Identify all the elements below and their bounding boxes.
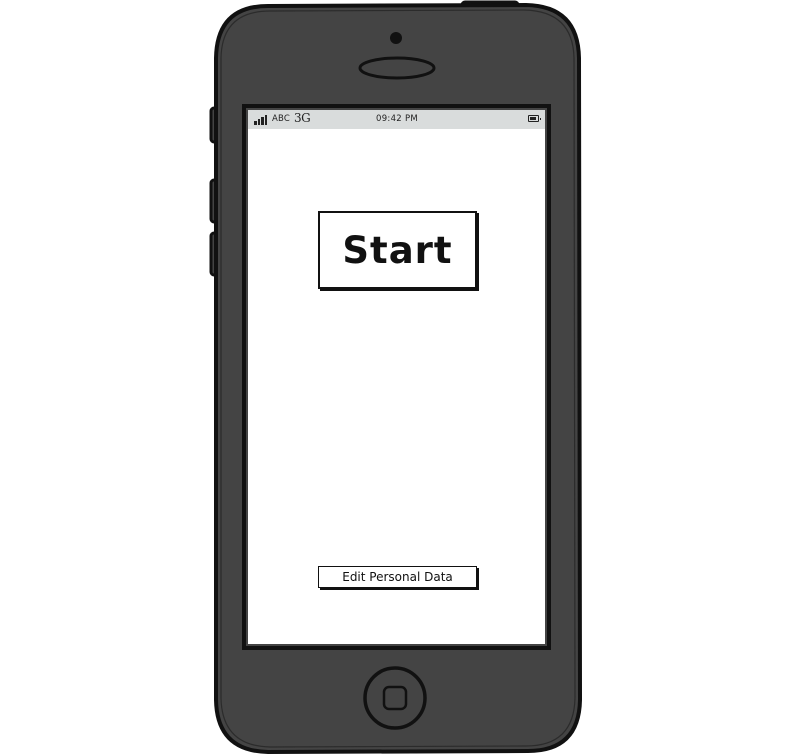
start-button[interactable]: Start bbox=[318, 211, 477, 289]
status-time: 09:42 PM bbox=[376, 114, 419, 124]
earpiece-speaker-icon bbox=[358, 56, 436, 80]
edit-personal-data-label: Edit Personal Data bbox=[342, 570, 453, 584]
phone-screen: ABC 3G 09:42 PM Start Edit Personal Data bbox=[248, 110, 545, 644]
start-button-label: Start bbox=[342, 228, 453, 272]
home-button[interactable] bbox=[363, 666, 427, 730]
edit-personal-data-button[interactable]: Edit Personal Data bbox=[318, 566, 477, 588]
status-bar: ABC 3G 09:42 PM bbox=[248, 110, 545, 129]
network-type-label: 3G bbox=[294, 111, 311, 125]
signal-bars-icon bbox=[254, 114, 270, 125]
carrier-label: ABC bbox=[272, 114, 291, 124]
front-camera-icon bbox=[390, 32, 402, 44]
battery-icon bbox=[528, 115, 541, 122]
